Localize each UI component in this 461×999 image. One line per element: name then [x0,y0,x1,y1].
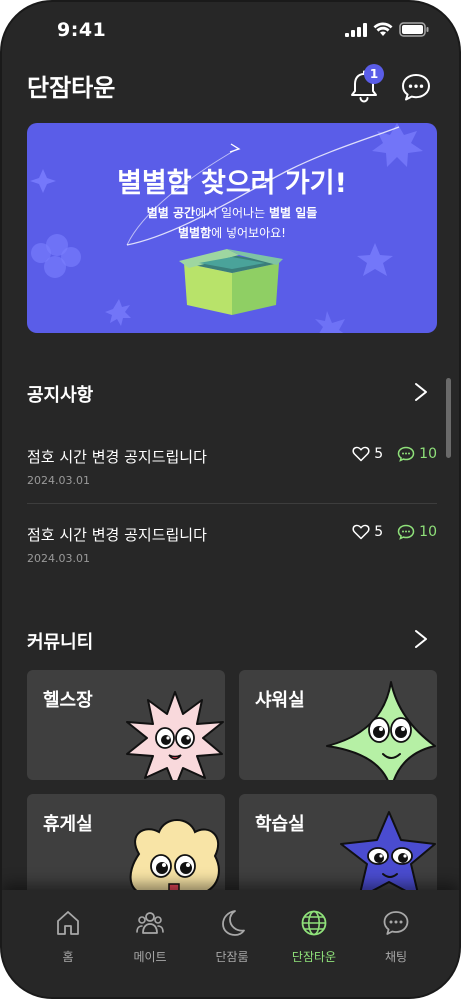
nav-label: 홈 [62,950,74,964]
community-card-label: 학습실 [255,814,305,835]
chevron-right-icon[interactable] [411,626,431,652]
heart-icon [352,524,370,540]
notification-badge: 1 [364,64,384,84]
nav-item-town[interactable]: 단잠타운 [274,908,354,968]
nav-label: 단잠룸 [215,950,249,964]
banner-title: 별별함 찾으러 가기! [117,168,347,199]
people-icon [136,912,164,934]
section-title-notices: 공지사항 [27,385,94,406]
moon-icon [222,910,245,936]
app-title: 단잠타운 [27,74,116,102]
banner-sub-bold-2: 별별 일들 [268,206,318,220]
chat-bubble-icon[interactable] [400,72,432,102]
status-bar: 9:41 [2,2,459,60]
notice-item[interactable]: 점호 시간 변경 공지드립니다 2024.03.01 5 10 [27,446,437,508]
blue-star-mascot-icon [340,811,436,890]
banner-sub-bold-1: 별별 공간 [146,206,196,220]
nav-item-home[interactable]: 홈 [28,908,108,968]
nav-label: 메이트 [133,950,167,964]
notice-meta: 5 10 [352,446,437,462]
wifi-icon [373,22,393,36]
home-icon [57,911,79,935]
comment-count: 10 [419,524,437,540]
like-count: 5 [374,446,384,462]
star-box-banner[interactable]: 별별함 찾으러 가기! 별별 공간에서 일어나는 별별 일들 별별함에 넣어보아… [27,123,437,333]
notice-title: 점호 시간 변경 공지드립니다 [27,526,207,544]
comment-icon [397,524,415,540]
like-count: 5 [374,524,384,540]
notice-date: 2024.03.01 [27,552,90,565]
community-card-label: 헬스장 [43,690,93,711]
bottom-nav: 홈 메이트 단잠룸 단잠타운 채팅 [2,890,459,997]
banner-sub-bold-3: 별별함 [178,226,212,240]
comment-count: 10 [419,446,437,462]
nav-label: 채팅 [384,950,408,964]
comment-icon [397,446,415,462]
community-card-study[interactable]: 학습실 [239,794,437,890]
phone-screen: 9:41 단잠타운 1 별별함 찾으러 가기! 별별 공간에서 일어나는 별별 … [0,0,461,999]
status-icons [345,22,429,37]
banner-sub-mid: 에서 일어나는 [195,206,269,220]
scrollbar-thumb[interactable] [446,378,451,458]
heart-icon [352,446,370,462]
community-card-label: 휴게실 [43,814,93,835]
main-content[interactable]: 별별함 찾으러 가기! 별별 공간에서 일어나는 별별 일들 별별함에 넣어보아… [2,120,459,890]
notice-title: 점호 시간 변경 공지드립니다 [27,448,207,466]
status-time: 9:41 [57,19,107,41]
banner-sub-rest: 에 넣어보아요! [211,226,286,240]
community-card-label: 샤워실 [255,690,305,711]
nav-item-chat[interactable]: 채팅 [356,908,436,968]
divider [27,503,437,504]
globe-icon [301,910,327,936]
chevron-right-icon[interactable] [411,379,431,405]
notice-meta: 5 10 [352,524,437,540]
yellow-blob-mascot-icon [129,819,220,890]
nav-label: 단잠타운 [291,950,337,964]
nav-item-mate[interactable]: 메이트 [110,908,190,968]
banner-subtitle: 별별 공간에서 일어나는 별별 일들 별별함에 넣어보아요! [27,203,437,243]
section-title-community: 커뮤니티 [27,632,94,653]
notice-item[interactable]: 점호 시간 변경 공지드립니다 2024.03.01 5 10 [27,524,437,586]
nav-item-sleep-room[interactable]: 단잠룸 [192,908,272,968]
battery-icon [399,22,429,37]
community-card-lounge[interactable]: 휴게실 [27,794,225,890]
chat-icon [383,911,409,935]
app-header: 단잠타운 1 [2,60,459,112]
notices-header[interactable]: 공지사항 [27,377,437,407]
notice-date: 2024.03.01 [27,474,90,487]
community-card-shower[interactable]: 샤워실 [239,670,437,780]
community-header[interactable]: 커뮤니티 [27,624,437,654]
community-card-gym[interactable]: 헬스장 [27,670,225,780]
signal-icon [345,22,367,37]
